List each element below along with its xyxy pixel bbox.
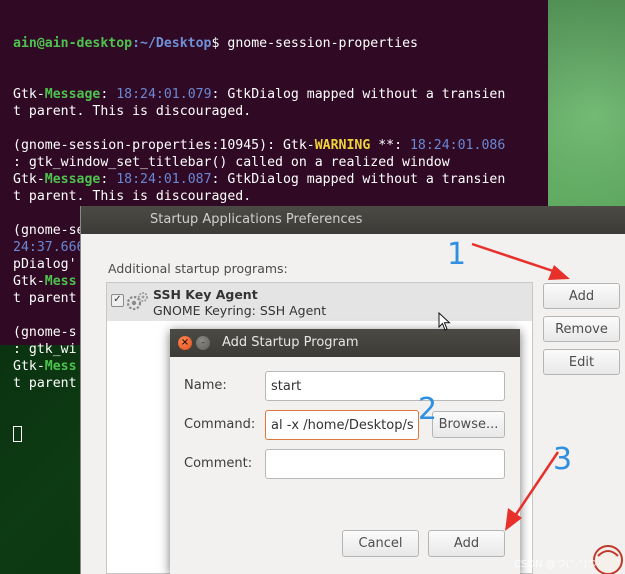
annotation-number-3: 3 (553, 442, 573, 477)
annotation-number-1: 1 (447, 237, 467, 272)
watermark: CSDN @つ(°-°)つ (514, 559, 598, 570)
annotation-number-2: 2 (418, 392, 438, 427)
arrow-1 (471, 242, 570, 280)
arrow-3 (505, 451, 560, 531)
annotation-arrows (471, 242, 570, 531)
